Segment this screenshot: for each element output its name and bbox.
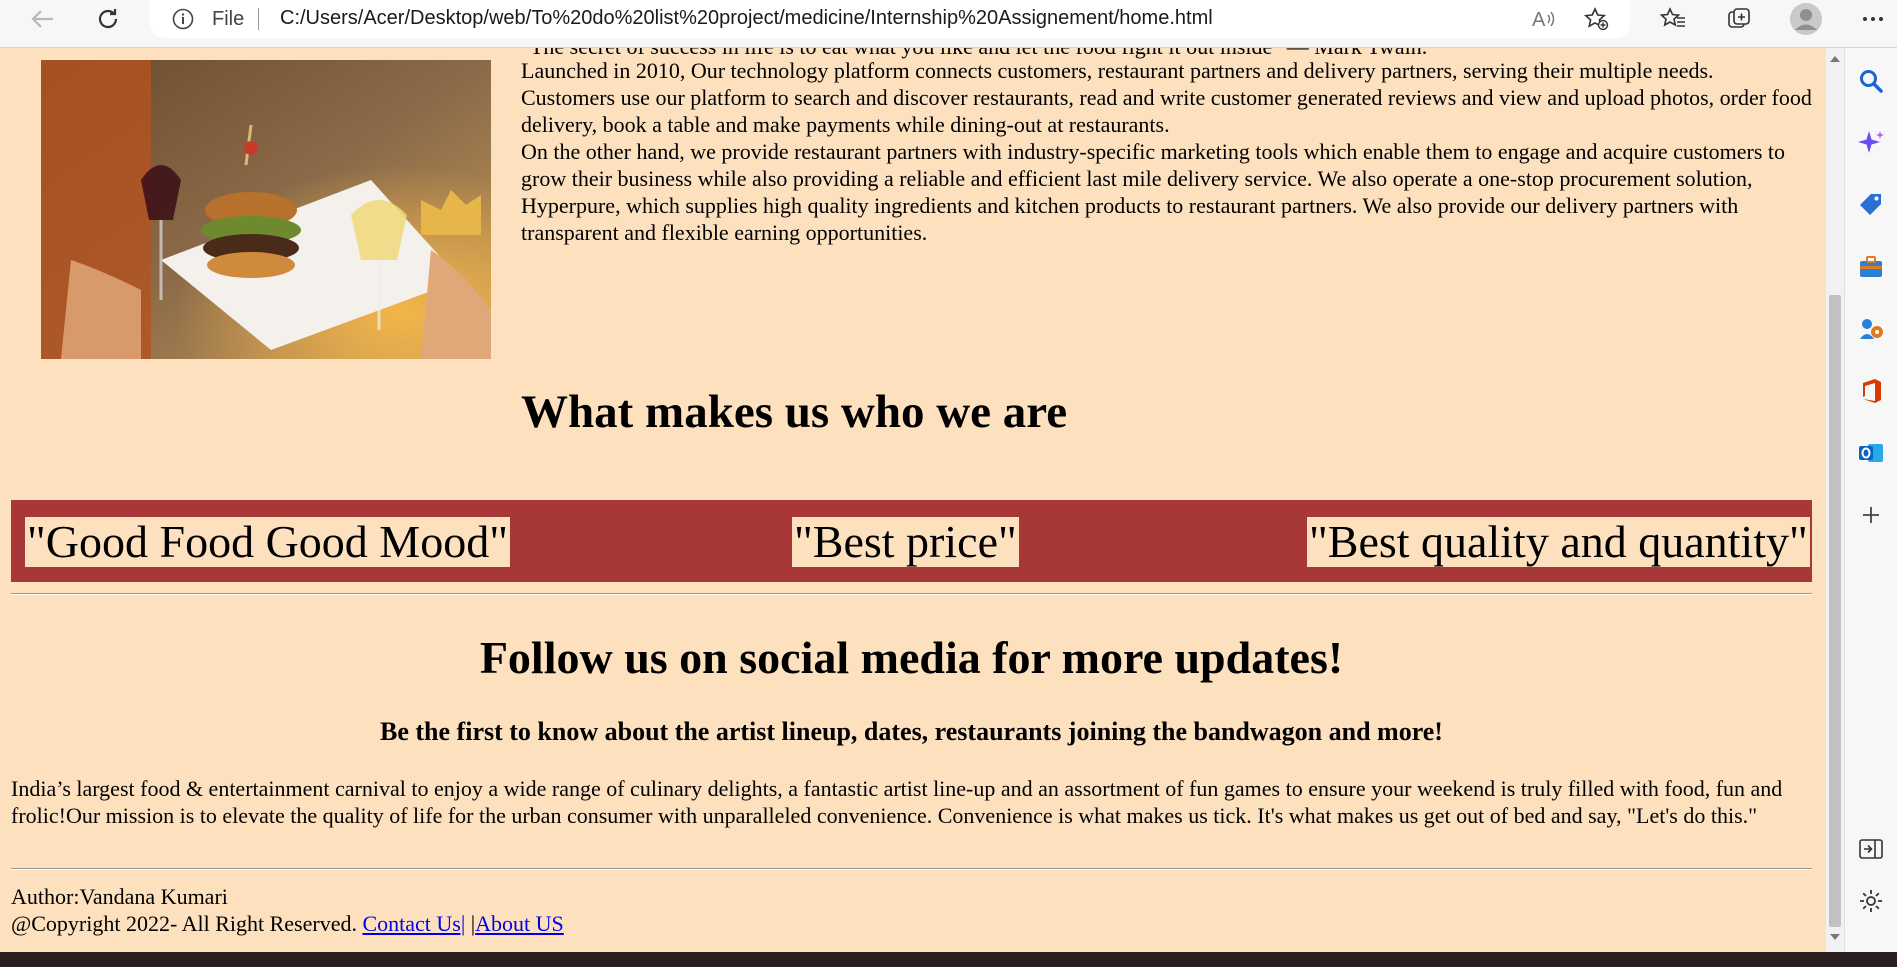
vertical-scrollbar[interactable] <box>1826 48 1844 952</box>
about-section: Launched in 2010, Our technology platfor… <box>521 57 1813 246</box>
url-text[interactable]: C:/Users/Acer/Desktop/web/To%20do%20list… <box>280 7 1213 30</box>
page-viewport: "The secret of success in life is to eat… <box>0 48 1826 952</box>
slogan-text: "Best quality and quantity" <box>1307 516 1810 567</box>
contact-us-link[interactable]: Contact Us| <box>362 911 465 936</box>
add-icon[interactable] <box>1856 500 1886 530</box>
games-icon[interactable] <box>1856 314 1886 344</box>
copilot-icon[interactable] <box>1856 128 1886 158</box>
scroll-down-arrow-icon[interactable] <box>1830 934 1840 940</box>
copyright-text: @Copyright 2022- All Right Reserved. <box>11 911 363 936</box>
browser-toolbar: File C:/Users/Acer/Desktop/web/To%20do%2… <box>0 0 1897 48</box>
collections-icon[interactable] <box>1722 0 1756 38</box>
info-icon[interactable] <box>172 8 194 35</box>
section-heading: What makes us who we are <box>521 386 1068 438</box>
slogan-text: "Good Food Good Mood" <box>25 516 510 567</box>
more-icon[interactable] <box>1856 0 1890 38</box>
address-bar[interactable]: File C:/Users/Acer/Desktop/web/To%20do%2… <box>150 0 1630 38</box>
outlook-icon[interactable] <box>1856 438 1886 468</box>
add-favorite-icon[interactable] <box>1580 0 1612 38</box>
scroll-up-arrow-icon[interactable] <box>1830 56 1840 62</box>
food-image <box>41 60 491 359</box>
favorites-icon[interactable] <box>1656 0 1690 38</box>
description-text: India’s largest food & entertainment car… <box>11 776 1783 828</box>
tools-icon[interactable] <box>1856 252 1886 282</box>
author-text: Author:Vandana Kumari <box>11 884 228 909</box>
address-separator <box>258 8 259 30</box>
refresh-icon[interactable] <box>88 0 128 38</box>
slogan-text: "Best price" <box>792 516 1019 567</box>
scroll-thumb[interactable] <box>1829 295 1841 927</box>
follow-subheading: Be the first to know about the artist li… <box>380 717 1443 746</box>
os-taskbar <box>0 952 1897 967</box>
profile-icon[interactable] <box>1788 0 1824 38</box>
office-icon[interactable] <box>1856 376 1886 406</box>
divider <box>11 593 1812 595</box>
follow-heading: Follow us on social media for more updat… <box>479 632 1344 683</box>
divider <box>11 868 1812 870</box>
copyright-line: @Copyright 2022- All Right Reserved. Con… <box>11 910 564 937</box>
read-aloud-icon[interactable]: A <box>1528 0 1560 38</box>
svg-text:A: A <box>1532 9 1546 31</box>
settings-icon[interactable] <box>1856 886 1886 916</box>
shopping-tag-icon[interactable] <box>1856 190 1886 220</box>
slogan-band: "Good Food Good Mood" "Best price" "Best… <box>11 500 1812 582</box>
edge-sidebar <box>1844 48 1897 952</box>
back-icon[interactable] <box>22 0 62 38</box>
search-icon[interactable] <box>1856 66 1886 96</box>
hide-sidebar-icon[interactable] <box>1856 834 1886 864</box>
file-label: File <box>212 8 245 30</box>
link-separator: | <box>465 911 476 936</box>
about-paragraph: On the other hand, we provide restaurant… <box>521 139 1785 245</box>
about-us-link[interactable]: About US <box>475 911 564 936</box>
about-paragraph: Launched in 2010, Our technology platfor… <box>521 58 1812 137</box>
